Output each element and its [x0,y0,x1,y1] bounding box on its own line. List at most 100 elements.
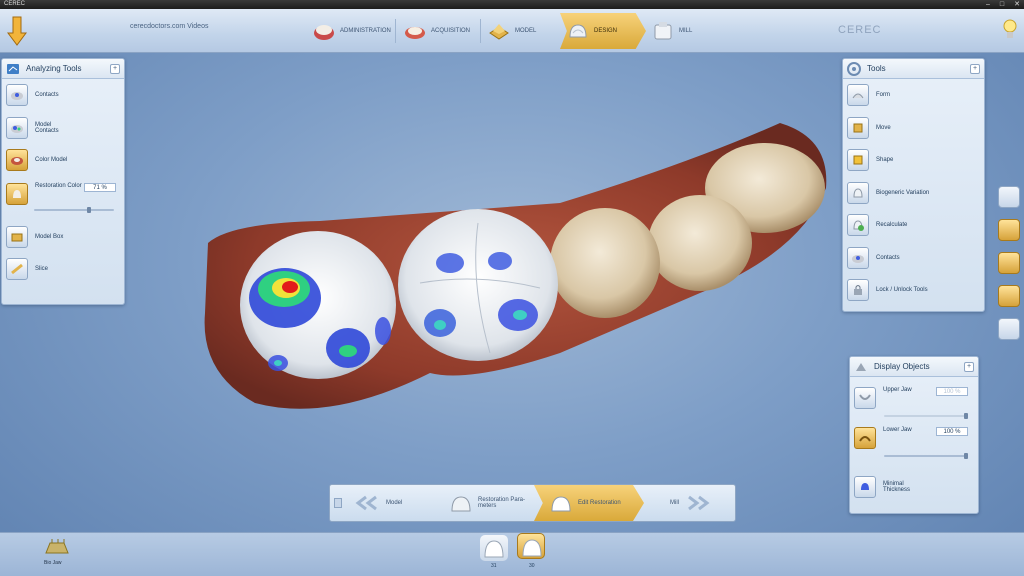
model-box-icon [6,225,28,248]
tool-label: Model Box [35,233,64,240]
step-model[interactable]: MODEL [481,13,567,49]
form-icon [847,84,869,107]
screenshot-icon[interactable] [998,285,1020,307]
lower-jaw-slider[interactable] [884,453,968,459]
tool-label: Slice [35,266,49,273]
tool-recalculate[interactable]: Recalculate [843,209,984,242]
shape-icon [847,149,869,172]
step-label: MODEL [515,28,537,34]
window-title-bar: CEREC – □ ✕ [0,0,1024,9]
view-cube-icon[interactable] [998,186,1020,208]
mill-icon [654,22,672,40]
pin-button[interactable]: + [964,361,974,372]
step-acquisition[interactable]: ACQUISITION [397,13,483,49]
view-settings-icon[interactable] [998,219,1020,241]
panel-title: Display Objects [874,362,930,371]
panel-header: Analyzing Tools + [2,59,124,79]
maximize-button[interactable]: □ [1000,0,1004,9]
collapse-button[interactable] [334,498,342,508]
adjacent-crown [240,231,396,379]
tool-label: Recalculate [876,222,908,229]
tool-label: Shape [876,157,894,164]
tool-restoration-color[interactable]: Restoration Color 71 % [2,177,124,221]
pin-button[interactable]: + [110,63,120,74]
panel-title: Analyzing Tools [26,64,82,73]
tool-contacts[interactable]: Contacts [843,242,984,275]
move-icon [847,116,869,139]
acquisition-icon [405,27,425,39]
restoration-color-value[interactable]: 71 % [84,182,116,192]
step-administration[interactable]: ADMINISTRATION [306,13,392,49]
lower-jaw-icon [854,427,876,449]
tool-label: Model Contacts [35,121,59,134]
tool-model-contacts[interactable]: Model Contacts [2,112,124,145]
slider-thumb[interactable] [964,413,968,419]
minimal-thickness-icon [854,476,876,498]
upper-jaw-value[interactable]: 100 % [936,387,968,396]
double-chevron-right-icon [688,495,710,511]
design-icon [569,24,587,38]
tool-lock-unlock[interactable]: Lock / Unlock Tools [843,274,984,307]
recalculate-icon [847,214,869,237]
lower-jaw-label: Lower Jaw [883,427,912,433]
window-title: CEREC [4,1,26,7]
window-controls: – □ ✕ [986,0,1020,9]
lightbulb-icon[interactable] [1003,19,1017,41]
tool-shape[interactable]: Shape [843,144,984,177]
tooth-view-icon[interactable] [998,318,1020,340]
panel-header: Display Objects + [850,357,978,377]
lock-icon [847,279,869,302]
tool-color-model[interactable]: Color Model [2,144,124,177]
minimal-thickness-label: Minimal Thickness [883,481,911,493]
upper-jaw-label: Upper Jaw [883,387,912,393]
tooth-icon [522,539,542,557]
double-chevron-left-icon [355,495,377,511]
step-mill[interactable]: Mill [670,485,734,521]
step-model[interactable]: Model [350,485,440,521]
tooth-30-button[interactable] [517,533,545,559]
tool-biogeneric-variation[interactable]: Biogeneric Variation [843,177,984,210]
close-button[interactable]: ✕ [1014,0,1020,9]
slider-thumb[interactable] [86,206,91,213]
bio-jaw-label: Bio Jaw [44,560,62,566]
tooth-number: 30 [529,563,535,569]
minimal-thickness-row[interactable]: Minimal Thickness [850,469,978,505]
minimize-button[interactable]: – [986,0,990,9]
site-label: cerecdoctors.com Videos [130,23,209,30]
tooth-31-button[interactable] [480,535,508,561]
upper-jaw-row[interactable]: Upper Jaw 100 % [850,377,978,423]
upper-jaw-icon [854,387,876,409]
lower-jaw-row[interactable]: Lower Jaw 100 % [850,423,978,469]
slider-thumb[interactable] [964,453,968,459]
view-tools-icon[interactable] [998,252,1020,274]
tool-label: Contacts [876,254,900,261]
step-mill[interactable]: MILL [645,13,731,49]
lower-jaw-value[interactable]: 100 % [936,427,968,436]
tool-model-box[interactable]: Model Box [2,221,124,254]
workflow-top-bar: cerecdoctors.com Videos ADMINISTRATION A… [0,9,1024,53]
tool-slice[interactable]: Slice [2,253,124,286]
upper-jaw-slider[interactable] [884,413,968,419]
back-arrow-icon[interactable] [6,15,28,47]
tooth-icon [484,540,504,558]
tools-icon [847,61,861,76]
tools-panel: Tools + Form Move Shape Biogeneric Varia… [842,58,985,312]
bottom-bar: Bio Jaw 31 30 [0,532,1024,576]
analyzing-tools-panel: Analyzing Tools + Contacts Model Contact… [1,58,125,305]
step-label: Mill [670,500,679,506]
tool-contacts[interactable]: Contacts [2,79,124,112]
tool-label: Biogeneric Variation [876,189,930,196]
restoration-color-slider[interactable] [34,206,114,213]
bio-jaw-icon[interactable] [44,537,70,557]
step-design[interactable]: DESIGN [560,13,646,49]
tool-form[interactable]: Form [843,79,984,112]
step-label: Edit Restoration [578,500,621,506]
display-objects-icon [856,362,866,371]
tool-move[interactable]: Move [843,112,984,145]
tool-label: Restoration Color [35,182,82,189]
pin-button[interactable]: + [970,63,980,74]
step-edit-restoration[interactable]: Edit Restoration [534,485,644,521]
step-restoration-parameters[interactable]: Restoration Para-meters [442,485,534,521]
contacts-icon [6,84,28,107]
tool-label: Move [876,124,891,131]
